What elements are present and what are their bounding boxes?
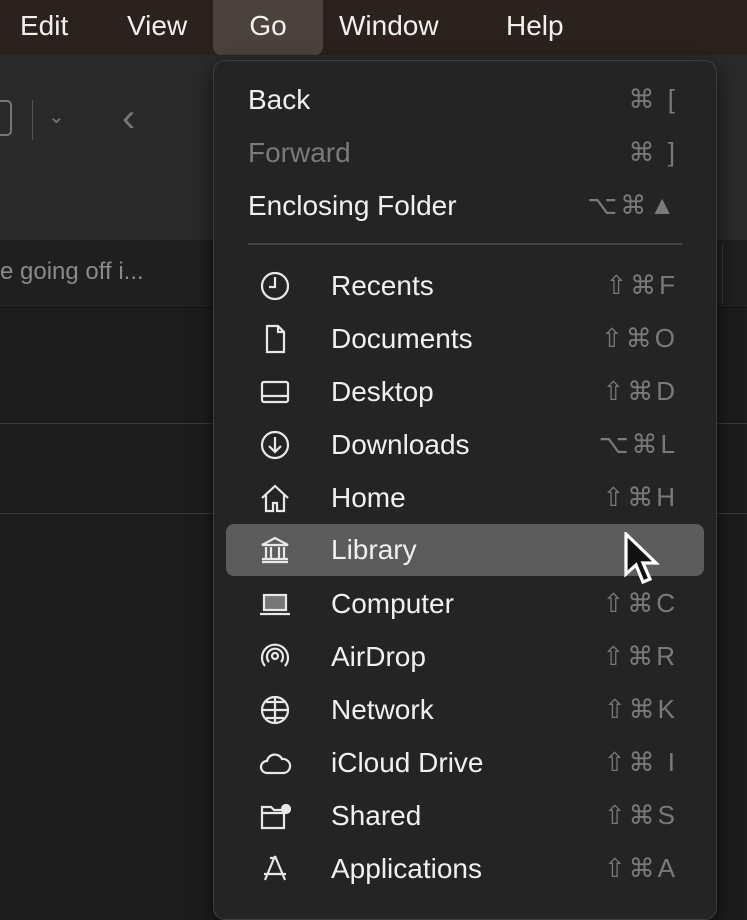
laptop-icon (256, 585, 294, 623)
menu-go[interactable]: Go (213, 0, 323, 55)
menu-help[interactable]: Help (506, 0, 564, 55)
airdrop-icon (256, 638, 294, 676)
item-label: Shared (331, 799, 422, 831)
menu-item-back[interactable]: Back ⌘ [ (226, 73, 704, 126)
menu-item-documents[interactable]: Documents ⇧⌘O (226, 312, 704, 365)
item-label: Enclosing Folder (248, 189, 457, 221)
menu-item-shared[interactable]: Shared ⇧⌘S (226, 789, 704, 842)
item-shortcut: ⇧⌘D (602, 376, 678, 406)
menu-item-desktop[interactable]: Desktop ⇧⌘D (226, 365, 704, 418)
shared-folder-icon (256, 797, 294, 835)
menu-view[interactable]: View (127, 0, 187, 55)
menu-item-icloud-drive[interactable]: iCloud Drive ⇧⌘ I (226, 736, 704, 789)
menu-item-network[interactable]: Network ⇧⌘K (226, 683, 704, 736)
menu-edit[interactable]: Edit (20, 0, 68, 55)
item-label: Documents (331, 322, 473, 354)
item-label: iCloud Drive (331, 746, 484, 778)
item-shortcut: ⇧⌘F (605, 270, 678, 300)
item-label: Network (331, 693, 434, 725)
menu-window[interactable]: Window (339, 0, 439, 55)
item-label: Recents (331, 269, 434, 301)
item-shortcut: ⌘ [ (628, 84, 678, 114)
library-icon (256, 531, 294, 569)
clock-icon (256, 267, 294, 305)
back-arrow-icon[interactable]: ‹ (122, 96, 135, 141)
item-label: Computer (331, 587, 454, 619)
item-shortcut: ⌥⌘L (598, 429, 678, 459)
item-label: Forward (248, 136, 351, 168)
item-shortcut: ⇧⌘ I (603, 747, 678, 777)
cloud-icon (256, 744, 294, 782)
download-icon (256, 426, 294, 464)
item-shortcut: ⌘ ] (628, 137, 678, 167)
item-label: Desktop (331, 375, 434, 407)
item-shortcut: ⇧⌘R (602, 641, 678, 671)
menu-item-enclosing-folder[interactable]: Enclosing Folder ⌥⌘▲ (226, 179, 704, 232)
desktop-icon (256, 373, 294, 411)
item-shortcut: ⇧⌘S (603, 800, 678, 830)
menu-separator (248, 243, 682, 245)
item-label: AirDrop (331, 640, 426, 672)
item-label: Downloads (331, 428, 470, 460)
item-label: Library (331, 534, 417, 565)
menu-item-applications[interactable]: Applications ⇧⌘A (226, 842, 704, 895)
divider (722, 244, 723, 304)
item-label: Home (331, 481, 406, 513)
menu-item-home[interactable]: Home ⇧⌘H (226, 471, 704, 524)
chevron-down-icon[interactable]: ⌄ (48, 104, 65, 129)
item-shortcut: ⇧⌘A (603, 853, 678, 883)
item-label: Applications (331, 852, 482, 884)
item-shortcut: ⌥⌘▲ (587, 190, 678, 220)
mouse-cursor-icon (624, 532, 660, 585)
menu-item-downloads[interactable]: Downloads ⌥⌘L (226, 418, 704, 471)
item-shortcut: ⇧⌘K (603, 694, 678, 724)
menu-item-forward: Forward ⌘ ] (226, 126, 704, 179)
view-mode-icon[interactable] (0, 100, 12, 136)
toolbar-divider (32, 100, 33, 140)
tab-title[interactable]: e going off i... (0, 258, 144, 286)
globe-icon (256, 691, 294, 729)
applications-icon (256, 850, 294, 888)
menu-item-recents[interactable]: Recents ⇧⌘F (226, 259, 704, 312)
menu-bar: Edit View Go Window Help (0, 0, 747, 55)
item-shortcut: ⇧⌘H (602, 482, 678, 512)
item-shortcut: ⇧⌘C (602, 588, 678, 618)
menu-item-airdrop[interactable]: AirDrop ⇧⌘R (226, 630, 704, 683)
item-label: Back (248, 83, 311, 115)
go-menu-dropdown: Back ⌘ [ Forward ⌘ ] Enclosing Folder ⌥⌘… (213, 60, 717, 920)
home-icon (256, 479, 294, 517)
item-shortcut: ⇧⌘O (600, 323, 678, 353)
document-icon (256, 320, 294, 358)
